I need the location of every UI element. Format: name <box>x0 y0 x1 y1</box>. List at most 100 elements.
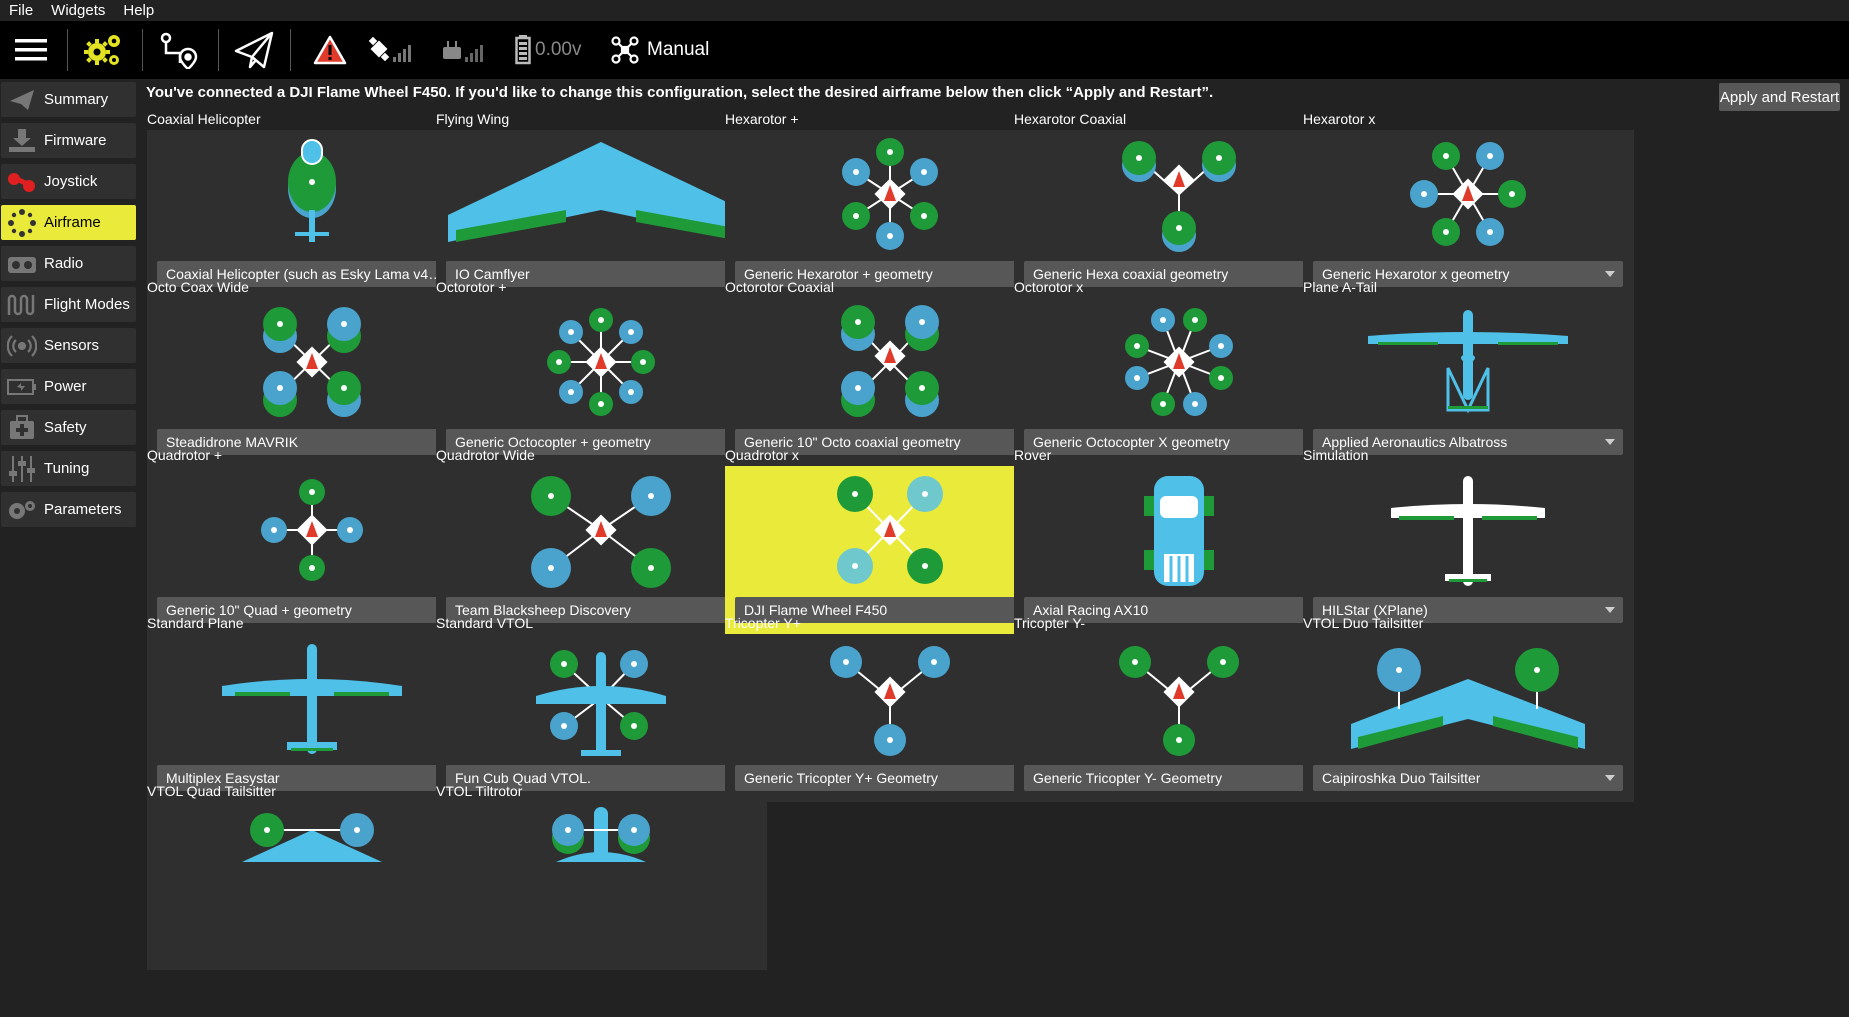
airframe-card[interactable]: Coaxial Helicopter (such as Esky Lama v4… <box>147 130 478 298</box>
paper-plane-icon <box>5 83 39 117</box>
plan-route-icon[interactable] <box>156 21 200 79</box>
airframe-variant-dropdown[interactable]: Generic Tricopter Y- Geometry <box>1024 765 1334 791</box>
gears-icon <box>5 493 39 527</box>
airframe-diagram <box>1122 141 1236 252</box>
airframe-diagram <box>448 142 754 242</box>
airframe-diagram <box>842 138 938 250</box>
drone-icon <box>611 36 639 64</box>
sidebar-item-label: Summary <box>44 91 109 108</box>
airframe-card[interactable]: Team Blacksheep Discovery <box>436 466 767 634</box>
warning-icon[interactable] <box>310 21 350 79</box>
sidebar-item-power[interactable]: Power <box>1 369 136 404</box>
airframe-card[interactable]: Generic Octocopter + geometry <box>436 298 767 466</box>
settings-gears-icon[interactable] <box>83 21 125 79</box>
airframe-card[interactable]: Generic Tricopter Y- Geometry <box>1014 634 1345 802</box>
sidebar-item-firmware[interactable]: Firmware <box>1 123 136 158</box>
airframe-diagram <box>261 479 363 581</box>
sidebar-item-safety[interactable]: Safety <box>1 410 136 445</box>
sidebar: Summary Firmware Joystick Airframe Radio… <box>0 79 137 1017</box>
airframe-group-title: Quadrotor x <box>725 447 799 463</box>
fly-paper-plane-icon[interactable] <box>232 21 276 79</box>
sidebar-item-label: Sensors <box>44 337 100 354</box>
airframe-group-title: Hexarotor Coaxial <box>1014 111 1127 127</box>
airframe-diagram <box>1119 646 1239 756</box>
apply-and-restart-button[interactable]: Apply and Restart <box>1719 83 1840 111</box>
airframe-variant-dropdown[interactable]: Generic Octocopter X geometry <box>1024 429 1334 455</box>
airframe-variant-value: Generic Tricopter Y- Geometry <box>1033 770 1223 786</box>
menu-widgets[interactable]: Widgets <box>42 2 114 19</box>
airframe-card[interactable]: Generic Octocopter X geometry <box>1014 298 1345 466</box>
airframe-group-title: Hexarotor + <box>725 111 799 127</box>
battery-indicator[interactable]: 0.00v <box>515 21 605 79</box>
battery-icon <box>5 370 39 404</box>
airframe-card[interactable]: Axial Racing AX10 <box>1014 466 1345 634</box>
airframe-card[interactable]: Generic Hexarotor + geometry <box>725 130 1056 298</box>
airframe-card[interactable]: Multiplex Easystar <box>147 634 478 802</box>
airframe-diagram <box>536 650 666 756</box>
airframe-group-title: Tricopter Y+ <box>725 615 801 631</box>
sidebar-item-tuning[interactable]: Tuning <box>1 451 136 486</box>
airframe-icon <box>5 206 39 240</box>
airframe-variant-value: Caipiroshka Duo Tailsitter <box>1322 770 1481 786</box>
airframe-diagram <box>837 476 943 584</box>
dropdown-arrow-icon <box>1605 271 1615 277</box>
sidebar-item-label: Flight Modes <box>44 296 130 313</box>
airframe-variant-dropdown[interactable]: Generic Tricopter Y+ Geometry <box>735 765 1045 791</box>
airframe-group-title: Standard Plane <box>147 615 244 631</box>
airframe-card[interactable]: Generic Hexarotor x geometry <box>1303 130 1634 298</box>
airframe-diagram <box>1391 476 1545 586</box>
menubar: File Widgets Help <box>0 0 1849 21</box>
airframe-variant-value: Generic Tricopter Y+ Geometry <box>744 770 938 786</box>
menu-help[interactable]: Help <box>114 2 163 19</box>
safety-icon <box>5 411 39 445</box>
airframe-card[interactable]: Fun Cub Quad VTOL. <box>436 634 767 802</box>
airframe-group-title: Hexarotor x <box>1303 111 1376 127</box>
airframe-group-title: VTOL Quad Tailsitter <box>147 783 276 799</box>
sidebar-item-airframe[interactable]: Airframe <box>1 205 136 240</box>
airframe-card[interactable]: Generic 10" Quad + geometry <box>147 466 478 634</box>
hamburger-menu-icon[interactable] <box>10 21 52 79</box>
sensors-icon <box>5 329 39 363</box>
airframe-card[interactable]: Generic 10" Octo coaxial geometry <box>725 298 1056 466</box>
airframe-diagram <box>1410 142 1526 246</box>
dropdown-arrow-icon <box>1605 775 1615 781</box>
airframe-variant-value: Generic Octocopter X geometry <box>1033 434 1230 450</box>
airframe-group-title: Octo Coax Wide <box>147 279 249 295</box>
sidebar-item-joystick[interactable]: Joystick <box>1 164 136 199</box>
airframe-card[interactable]: HILStar (XPlane) <box>1303 466 1634 634</box>
airframe-card[interactable] <box>436 802 767 970</box>
airframe-diagram <box>830 646 950 756</box>
airframe-diagram <box>1144 476 1214 586</box>
airframe-diagram <box>242 813 382 862</box>
sidebar-item-parameters[interactable]: Parameters <box>1 492 136 527</box>
sidebar-item-flight-modes[interactable]: Flight Modes <box>1 287 136 322</box>
sidebar-item-label: Power <box>44 378 87 395</box>
airframe-diagram <box>263 307 361 417</box>
airframe-card[interactable]: Generic Tricopter Y+ Geometry <box>725 634 1056 802</box>
sidebar-item-sensors[interactable]: Sensors <box>1 328 136 363</box>
airframe-card[interactable]: Steadidrone MAVRIK <box>147 298 478 466</box>
airframe-card[interactable]: Caipiroshka Duo Tailsitter <box>1303 634 1634 802</box>
menu-file[interactable]: File <box>0 2 42 19</box>
sidebar-item-radio[interactable]: Radio <box>1 246 136 281</box>
airframe-group-title: Plane A-Tail <box>1303 279 1377 295</box>
airframe-card[interactable]: DJI Flame Wheel F450 <box>725 466 1056 634</box>
gps-satellite-icon[interactable] <box>369 21 417 79</box>
sidebar-item-label: Airframe <box>44 214 101 231</box>
airframe-variant-dropdown[interactable]: Caipiroshka Duo Tailsitter <box>1313 765 1623 791</box>
download-icon <box>5 124 39 158</box>
tuning-icon <box>5 452 39 486</box>
airframe-card[interactable] <box>147 802 478 970</box>
airframe-card[interactable]: IO Camflyer <box>436 130 767 298</box>
airframe-diagram <box>1351 648 1585 749</box>
rc-rssi-icon[interactable] <box>441 21 489 79</box>
airframe-diagram <box>531 476 671 588</box>
airframe-diagram <box>552 807 650 862</box>
airframe-diagram <box>288 139 336 242</box>
airframe-card[interactable]: Generic Hexa coaxial geometry <box>1014 130 1345 298</box>
sidebar-item-summary[interactable]: Summary <box>1 82 136 117</box>
flight-mode-selector[interactable]: Manual <box>611 21 721 79</box>
airframe-group-title: Octorotor Coaxial <box>725 279 834 295</box>
airframe-group-title: VTOL Duo Tailsitter <box>1303 615 1424 631</box>
airframe-card[interactable]: Applied Aeronautics Albatross <box>1303 298 1634 466</box>
